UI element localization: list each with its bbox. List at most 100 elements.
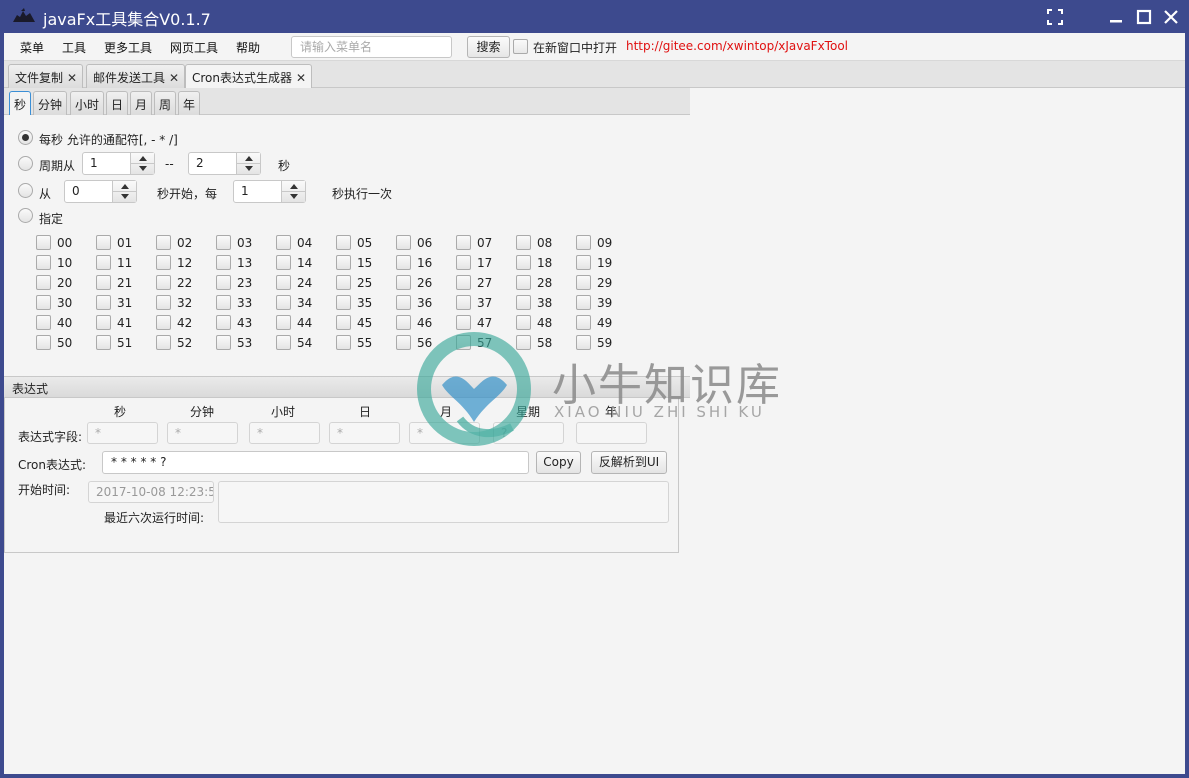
- second-checkbox[interactable]: [216, 315, 231, 330]
- second-checkbox[interactable]: [456, 235, 471, 250]
- search-button[interactable]: 搜索: [467, 36, 510, 58]
- second-checkbox[interactable]: [96, 255, 111, 270]
- copy-button[interactable]: Copy: [536, 451, 581, 474]
- field-hour[interactable]: *: [249, 422, 320, 444]
- second-checkbox[interactable]: [96, 275, 111, 290]
- second-checkbox[interactable]: [576, 335, 591, 350]
- tab-mail-sender[interactable]: 邮件发送工具 ✕: [86, 64, 186, 88]
- gitee-link[interactable]: http://gitee.com/xwintop/xJavaFxTool: [626, 39, 848, 53]
- spinner-up-icon[interactable]: [245, 156, 253, 161]
- second-checkbox[interactable]: [456, 275, 471, 290]
- spinner-up-icon[interactable]: [290, 184, 298, 189]
- second-checkbox[interactable]: [396, 335, 411, 350]
- subtab-month[interactable]: 月: [130, 91, 153, 115]
- radio-specify[interactable]: [18, 208, 33, 223]
- radio-every-second[interactable]: [18, 130, 33, 145]
- second-checkbox[interactable]: [216, 295, 231, 310]
- second-checkbox[interactable]: [156, 275, 171, 290]
- spinner-arrows[interactable]: [112, 181, 137, 202]
- second-checkbox[interactable]: [396, 255, 411, 270]
- subtab-year[interactable]: 年: [178, 91, 201, 115]
- close-icon[interactable]: [1161, 7, 1181, 27]
- second-checkbox[interactable]: [576, 275, 591, 290]
- second-checkbox[interactable]: [96, 335, 111, 350]
- second-checkbox[interactable]: [36, 235, 51, 250]
- subtab-second[interactable]: 秒: [9, 91, 32, 115]
- subtab-minute[interactable]: 分钟: [33, 91, 68, 115]
- menu-item-help[interactable]: 帮助: [236, 39, 260, 56]
- second-checkbox[interactable]: [156, 235, 171, 250]
- menu-item-more-tools[interactable]: 更多工具: [104, 39, 152, 56]
- field-day[interactable]: *: [329, 422, 400, 444]
- subtab-week[interactable]: 周: [154, 91, 177, 115]
- second-checkbox[interactable]: [276, 335, 291, 350]
- second-checkbox[interactable]: [96, 235, 111, 250]
- second-checkbox[interactable]: [456, 335, 471, 350]
- tab-close-icon[interactable]: ✕: [169, 71, 179, 85]
- from-start-value[interactable]: 0: [72, 184, 80, 198]
- spinner-down-icon[interactable]: [121, 194, 129, 199]
- tab-close-icon[interactable]: ✕: [67, 71, 77, 85]
- second-checkbox[interactable]: [36, 275, 51, 290]
- second-checkbox[interactable]: [516, 315, 531, 330]
- second-checkbox[interactable]: [576, 255, 591, 270]
- field-second[interactable]: *: [87, 422, 158, 444]
- second-checkbox[interactable]: [396, 315, 411, 330]
- minimize-icon[interactable]: [1106, 7, 1126, 27]
- second-checkbox[interactable]: [156, 335, 171, 350]
- second-checkbox[interactable]: [516, 335, 531, 350]
- second-checkbox[interactable]: [456, 315, 471, 330]
- spinner-down-icon[interactable]: [245, 166, 253, 171]
- second-checkbox[interactable]: [36, 335, 51, 350]
- second-checkbox[interactable]: [156, 255, 171, 270]
- field-week[interactable]: ?: [493, 422, 564, 444]
- from-step-value[interactable]: 1: [241, 184, 249, 198]
- period-from-value[interactable]: 1: [90, 156, 98, 170]
- second-checkbox[interactable]: [516, 255, 531, 270]
- second-checkbox[interactable]: [516, 295, 531, 310]
- second-checkbox[interactable]: [516, 275, 531, 290]
- spinner-down-icon[interactable]: [290, 194, 298, 199]
- spinner-down-icon[interactable]: [139, 166, 147, 171]
- second-checkbox[interactable]: [396, 295, 411, 310]
- second-checkbox[interactable]: [36, 315, 51, 330]
- second-checkbox[interactable]: [96, 295, 111, 310]
- tab-close-icon[interactable]: ✕: [296, 71, 306, 85]
- tab-file-copy[interactable]: 文件复制 ✕: [8, 64, 84, 88]
- start-time-field[interactable]: 2017-10-08 12:23:5: [88, 481, 214, 503]
- spinner-up-icon[interactable]: [139, 156, 147, 161]
- from-step-spinner[interactable]: 1: [233, 180, 306, 203]
- second-checkbox[interactable]: [216, 255, 231, 270]
- second-checkbox[interactable]: [36, 255, 51, 270]
- recent-runs-textarea[interactable]: [218, 481, 669, 523]
- second-checkbox[interactable]: [276, 295, 291, 310]
- second-checkbox[interactable]: [396, 235, 411, 250]
- second-checkbox[interactable]: [336, 235, 351, 250]
- menu-item-web-tools[interactable]: 网页工具: [170, 39, 218, 56]
- second-checkbox[interactable]: [396, 275, 411, 290]
- spinner-arrows[interactable]: [281, 181, 306, 202]
- menu-item-tools[interactable]: 工具: [62, 39, 86, 56]
- new-window-checkbox[interactable]: [513, 39, 528, 54]
- spinner-up-icon[interactable]: [121, 184, 129, 189]
- field-year[interactable]: [576, 422, 647, 444]
- second-checkbox[interactable]: [576, 235, 591, 250]
- second-checkbox[interactable]: [336, 275, 351, 290]
- spinner-arrows[interactable]: [130, 153, 155, 174]
- radio-period[interactable]: [18, 156, 33, 171]
- second-checkbox[interactable]: [336, 335, 351, 350]
- second-checkbox[interactable]: [276, 235, 291, 250]
- period-to-value[interactable]: 2: [196, 156, 204, 170]
- second-checkbox[interactable]: [36, 295, 51, 310]
- second-checkbox[interactable]: [576, 295, 591, 310]
- period-to-spinner[interactable]: 2: [188, 152, 261, 175]
- second-checkbox[interactable]: [336, 315, 351, 330]
- second-checkbox[interactable]: [216, 235, 231, 250]
- second-checkbox[interactable]: [156, 315, 171, 330]
- field-month[interactable]: *: [409, 422, 480, 444]
- maximize-icon[interactable]: [1134, 7, 1154, 27]
- second-checkbox[interactable]: [276, 315, 291, 330]
- second-checkbox[interactable]: [96, 315, 111, 330]
- second-checkbox[interactable]: [516, 235, 531, 250]
- second-checkbox[interactable]: [576, 315, 591, 330]
